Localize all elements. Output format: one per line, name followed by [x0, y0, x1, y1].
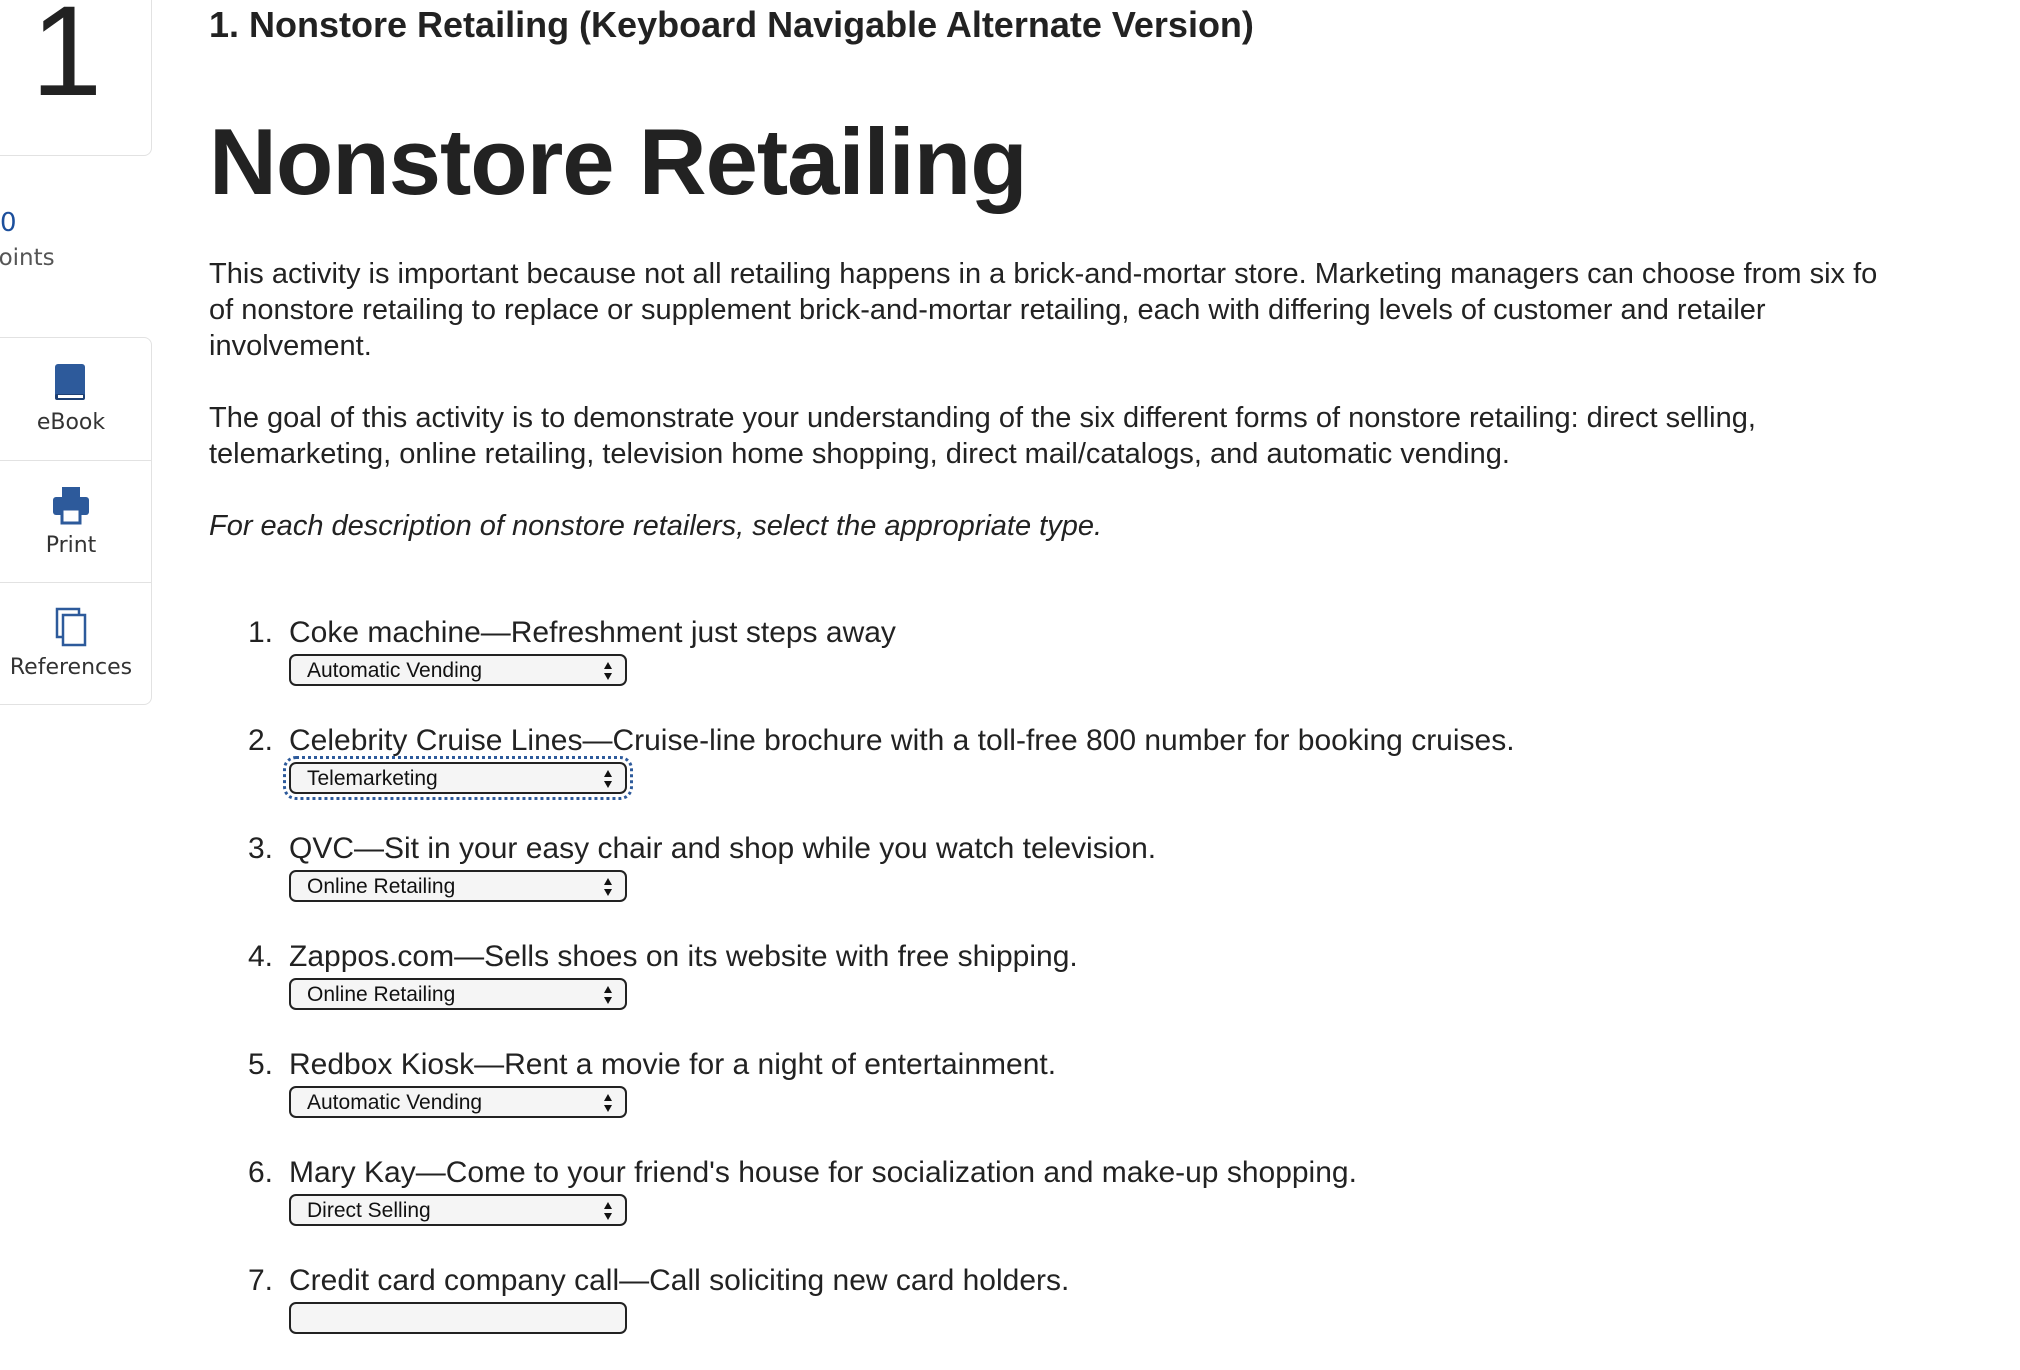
question-number: 2. — [247, 724, 273, 757]
ebook-label: eBook — [36, 410, 106, 435]
type-select[interactable]: Automatic Vending — [289, 654, 627, 686]
question-text: Redbox Kiosk—Rent a movie for a night of… — [289, 1048, 1057, 1081]
left-sidebar: 1 0 points eBook Print — [0, 0, 152, 1300]
print-button[interactable]: Print — [0, 460, 151, 583]
select-value: Automatic Vending — [307, 659, 483, 682]
question-text: Celebrity Cruise Lines—Cruise-line broch… — [289, 724, 1515, 757]
type-select[interactable]: Online Retailing — [289, 978, 627, 1010]
select-arrows-icon — [603, 1092, 613, 1114]
type-select[interactable]: Direct Selling — [289, 1194, 627, 1226]
select-arrows-icon — [603, 1200, 613, 1222]
ebook-button[interactable]: eBook — [0, 338, 151, 460]
type-select[interactable] — [289, 1302, 627, 1334]
question-number: 4. — [247, 940, 273, 973]
instruction-text: For each description of nonstore retaile… — [209, 510, 1103, 542]
question-number: 5. — [247, 1048, 273, 1081]
select-value: Online Retailing — [307, 875, 456, 898]
question-text: Zappos.com—Sells shoes on its website wi… — [289, 940, 1078, 973]
select-arrows-icon — [603, 768, 613, 790]
question-text: QVC—Sit in your easy chair and shop whil… — [289, 832, 1157, 865]
select-arrows-icon — [603, 984, 613, 1006]
points-label: points — [0, 245, 55, 271]
question-number: 6. — [247, 1156, 273, 1189]
type-select[interactable]: Telemarketing — [283, 756, 633, 800]
question-text: Mary Kay—Come to your friend's house for… — [289, 1156, 1357, 1189]
references-icon — [51, 605, 91, 651]
question-number: 1. — [247, 616, 273, 649]
print-label: Print — [45, 533, 97, 558]
page-title: Nonstore Retailing — [209, 109, 1028, 214]
references-label: References — [9, 655, 133, 680]
tools-panel: eBook Print References — [0, 337, 152, 705]
select-arrows-icon — [603, 660, 613, 682]
intro-paragraph: This activity is important because not a… — [209, 258, 1878, 362]
select-value: Telemarketing — [307, 767, 438, 790]
question-number: 3. — [247, 832, 273, 865]
question-number: 1 — [31, 0, 103, 123]
printer-icon — [51, 483, 91, 529]
select-arrows-icon — [603, 876, 613, 898]
goal-paragraph: The goal of this activity is to demonstr… — [209, 402, 1756, 470]
book-icon — [51, 360, 91, 406]
references-button[interactable]: References — [0, 582, 151, 705]
question-number: 7. — [247, 1264, 273, 1297]
question-text: Credit card company call—Call soliciting… — [289, 1264, 1070, 1297]
points-value: 0 — [0, 208, 17, 238]
type-select[interactable]: Online Retailing — [289, 870, 627, 902]
question-title: 1. Nonstore Retailing (Keyboard Navigabl… — [209, 4, 1254, 45]
type-select[interactable]: Automatic Vending — [289, 1086, 627, 1118]
select-value: Automatic Vending — [307, 1091, 483, 1114]
select-value: Online Retailing — [307, 983, 456, 1006]
question-number-box: 1 — [0, 0, 152, 156]
question-text: Coke machine—Refreshment just steps away — [289, 616, 896, 649]
select-value: Direct Selling — [307, 1199, 431, 1222]
